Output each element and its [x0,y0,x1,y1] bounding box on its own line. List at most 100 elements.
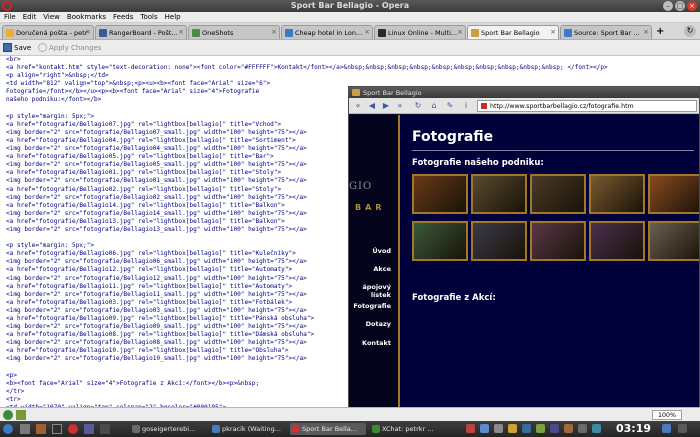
forward-history-icon[interactable]: » [395,101,405,111]
apply-changes-button[interactable]: Apply Changes [38,43,101,52]
zoom-control[interactable]: 100% [652,410,682,420]
chat-icon [212,425,220,433]
update-icon[interactable] [522,424,531,433]
menu-feeds[interactable]: Feeds [113,13,133,21]
photo-thumbnail[interactable] [412,221,468,261]
task-label: pkracik (Waiting... [222,425,281,433]
tab-oneshots[interactable]: OneShots × [188,25,280,39]
task-pkracik[interactable]: pkracik (Waiting... [210,423,286,435]
photo-thumbnail[interactable] [589,221,645,261]
nav-link-napojovy-listek[interactable]: ápojový lístek [349,283,391,299]
start-menu-icon[interactable] [3,424,13,434]
clock[interactable]: 03:19 [616,422,651,435]
photo-thumbnail[interactable] [471,221,527,261]
nav-link-akce[interactable]: Akce [349,265,391,273]
desktop-icon[interactable] [20,424,30,434]
terminal-icon[interactable] [52,424,62,434]
menu-help[interactable]: Help [165,13,181,21]
tab-cheap-hotel[interactable]: Cheap hotel in Lon... × [281,25,373,39]
nav-link-fotografie[interactable]: Fotografie [349,302,391,310]
close-tab-icon[interactable]: × [271,28,277,36]
folder-icon [132,425,140,433]
menu-file[interactable]: File [4,13,16,21]
page-content: Fotografie Fotografie našeho podniku: Fo… [400,115,699,409]
tab-sport-bar-bellagio[interactable]: Sport Bar Bellagio × [467,25,559,39]
tab-mail[interactable]: Doručená pošta - petr × [2,25,94,39]
site-icon [481,103,487,109]
task-xchat[interactable]: XChat: petrkr ... [370,423,446,435]
clipboard-icon[interactable] [494,424,503,433]
photo-thumbnail[interactable] [471,174,527,214]
apply-label: Apply Changes [49,43,102,52]
close-tab-icon[interactable]: × [364,28,370,36]
task-goseigerterebi[interactable]: goseigerterebi... [130,423,206,435]
photo-thumbnail[interactable] [589,174,645,214]
forward-icon[interactable]: ▶ [381,101,391,111]
files-icon[interactable] [36,424,46,434]
nav-link-kontakt[interactable]: Kontakt [349,339,391,347]
tab-label: Doručená pošta - petr [16,29,88,37]
forum-icon [99,29,107,37]
reload-icon[interactable]: ↻ [413,101,423,111]
trash-icon[interactable]: ↻ [684,25,696,37]
back-icon[interactable]: ◀ [367,101,377,111]
tray-menu-icon[interactable] [678,424,687,433]
new-tab-icon[interactable]: + [656,26,664,37]
menu-bookmarks[interactable]: Bookmarks [67,13,106,21]
photo-thumbnail[interactable] [530,221,586,261]
app-launcher-icon[interactable] [100,424,110,434]
preview-window[interactable]: Sport Bar Bellagio « ◀ ▶ » ↻ ⌂ ✎ i http:… [348,86,700,409]
bellagio-favicon-icon [471,29,479,37]
task-label: goseigerterebi... [142,425,196,433]
status-bar: 100% [0,407,700,421]
back-history-icon[interactable]: « [353,101,363,111]
flag-icon[interactable] [466,424,475,433]
wifi-icon[interactable] [592,424,601,433]
close-tab-icon[interactable]: × [643,28,649,36]
panel-icon[interactable] [16,410,26,420]
home-icon[interactable]: ⌂ [429,101,439,111]
photo-thumbnail[interactable] [412,174,468,214]
preview-title: Sport Bar Bellagio [363,89,422,97]
close-tab-icon[interactable]: × [457,28,463,36]
photo-thumbnail[interactable] [648,174,699,214]
power-icon[interactable] [578,424,587,433]
volume-icon[interactable] [508,424,517,433]
show-desktop-icon[interactable] [662,424,671,433]
source-line: <p align="right">&nbsp;</td> [6,72,109,80]
photo-thumbnail[interactable] [648,221,699,261]
info-icon[interactable]: i [461,101,471,111]
menu-view[interactable]: View [43,13,60,21]
network-icon[interactable] [480,424,489,433]
close-tab-icon[interactable]: × [178,28,184,36]
battery-icon[interactable] [536,424,545,433]
app-launcher-icon[interactable] [84,424,94,434]
close-tab-icon[interactable]: × [550,28,556,36]
bluetooth-icon[interactable] [550,424,559,433]
nav-link-dotazy[interactable]: Dotazy [349,320,391,328]
menu-edit[interactable]: Edit [23,13,37,21]
menu-tools[interactable]: Tools [140,13,157,21]
opera-launcher-icon[interactable] [68,424,78,434]
maximize-button[interactable]: □ [675,1,685,11]
wand-icon[interactable]: ✎ [445,101,455,111]
nav-link-uvod[interactable]: Úvod [349,247,391,255]
status-icon[interactable] [3,410,13,420]
section-heading: Fotografie našeho podniku: [412,158,544,168]
save-button[interactable]: Save [3,43,31,52]
tab-label: Linux Online - Multi... [388,29,458,37]
close-window-button[interactable]: × [687,1,697,11]
task-sport-bar-bellagio[interactable]: Sport Bar Bella... [290,423,366,435]
source-toolbar: Save Apply Changes [0,40,700,56]
preview-nav-bar: « ◀ ▶ » ↻ ⌂ ✎ i http://www.sportbarbella… [349,98,699,114]
tab-source[interactable]: Source: Sport Bar ... × [560,25,652,39]
minimize-button[interactable]: – [663,1,673,11]
page-icon [564,29,572,37]
address-field[interactable]: http://www.sportbarbellagio.cz/fotografi… [477,100,697,112]
photo-thumbnail[interactable] [530,174,586,214]
tab-linux-online[interactable]: Linux Online - Multi... × [374,25,466,39]
tab-rangerboard[interactable]: RangerBoard - Pošt... × [95,25,187,39]
mail-icon [6,29,14,37]
close-tab-icon[interactable]: × [85,28,91,36]
keyboard-icon[interactable] [564,424,573,433]
